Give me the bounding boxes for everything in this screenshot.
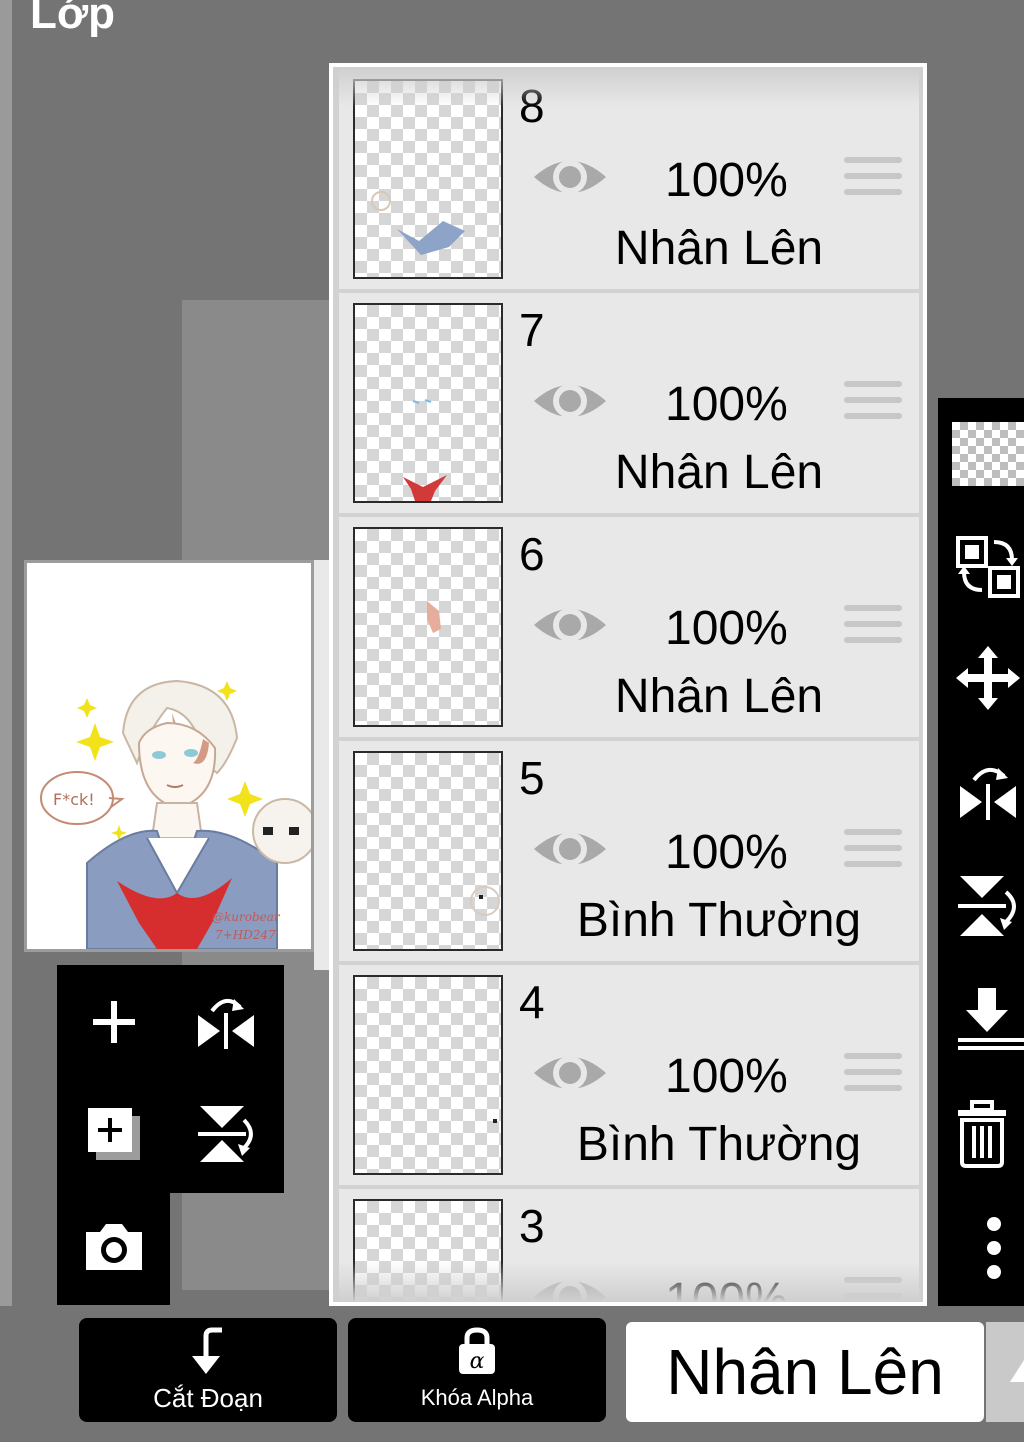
delete-icon — [958, 1100, 1006, 1168]
signature-1: @kurobear — [212, 910, 281, 924]
flip-vertical-button[interactable] — [171, 1079, 281, 1189]
flip-vertical-icon — [198, 1106, 253, 1162]
artwork-illustration: F*ck! @kurobear 7+HD247 — [40, 679, 311, 949]
drag-handle[interactable] — [844, 605, 902, 653]
visibility-toggle[interactable] — [531, 151, 609, 208]
blend-mode-expand[interactable] — [986, 1322, 1024, 1422]
flip-horizontal-button[interactable] — [952, 752, 1024, 832]
layer-list[interactable]: 8 100% Nhân Lên 7 100% Nhân Lên 6 100% N… — [333, 67, 923, 1302]
swap-layers-button[interactable] — [952, 526, 1024, 606]
clipping-arrow-icon — [192, 1327, 222, 1374]
visibility-toggle[interactable] — [531, 599, 609, 656]
layer-opacity[interactable]: 100% — [665, 823, 788, 883]
alpha-lock-label: Khóa Alpha — [420, 1385, 534, 1410]
clipping-button[interactable]: Cắt Đoạn — [79, 1318, 337, 1422]
layer-blend-mode: Bình Thường — [576, 1118, 862, 1171]
drag-handle[interactable] — [844, 1277, 902, 1302]
page-title: Lớp — [30, 0, 116, 38]
layer-thumbnail[interactable] — [353, 1199, 503, 1302]
camera-tool — [57, 1190, 170, 1305]
layer-row[interactable]: 5 100% Bình Thường — [339, 741, 919, 961]
layer-number: 5 — [519, 752, 545, 804]
swap-layers-icon — [956, 536, 1020, 598]
transparency-icon — [952, 422, 1024, 486]
layer-row[interactable]: 8 100% Nhân Lên — [339, 69, 919, 289]
move-button[interactable] — [952, 638, 1024, 718]
drag-handle[interactable] — [844, 1053, 902, 1101]
drag-handle[interactable] — [844, 381, 902, 429]
layer-blend-mode: Nhân Lên — [614, 446, 824, 499]
transparency-button[interactable] — [952, 414, 1024, 494]
layer-opacity[interactable]: 100% — [665, 1047, 788, 1107]
layer-number: 8 — [519, 80, 545, 132]
eye-icon — [534, 832, 606, 866]
add-layer-button[interactable] — [59, 967, 169, 1077]
add-layer-icon — [93, 1001, 135, 1043]
blend-mode-select[interactable]: Nhân Lên — [626, 1322, 984, 1422]
layer-number: 4 — [519, 976, 545, 1028]
alpha-lock-button[interactable]: α Khóa Alpha — [348, 1318, 606, 1422]
eye-icon — [534, 160, 606, 194]
layer-tools — [57, 965, 284, 1193]
camera-icon — [86, 1224, 142, 1270]
right-toolbar — [938, 398, 1024, 1306]
duplicate-layer-button[interactable] — [59, 1079, 169, 1189]
duplicate-layer-icon — [88, 1108, 140, 1160]
layer-number: 6 — [519, 528, 545, 580]
visibility-toggle[interactable] — [531, 1047, 609, 1104]
more-button[interactable] — [952, 1208, 1024, 1288]
canvas-preview[interactable]: F*ck! @kurobear 7+HD247 — [24, 560, 314, 952]
layer-opacity[interactable]: 100% — [665, 599, 788, 659]
flip-vertical-button[interactable] — [952, 866, 1024, 946]
flip-horizontal-button[interactable] — [171, 967, 281, 1077]
layer-number: 7 — [519, 304, 545, 356]
layer-blend-mode: Bình Thường — [576, 894, 862, 947]
layer-row[interactable]: 7 100% Nhân Lên — [339, 293, 919, 513]
camera-button[interactable] — [59, 1192, 169, 1302]
more-icon — [987, 1217, 1001, 1279]
drag-handle[interactable] — [844, 829, 902, 877]
layers-panel: 8 100% Nhân Lên 7 100% Nhân Lên 6 100% N… — [329, 63, 927, 1306]
layer-opacity[interactable]: 100% — [665, 375, 788, 435]
chevron-up-icon — [1010, 1360, 1024, 1382]
layer-row[interactable]: 6 100% Nhân Lên — [339, 517, 919, 737]
merge-down-icon — [958, 988, 1024, 1050]
svg-text:α: α — [470, 1349, 485, 1374]
flip-horizontal-icon — [960, 768, 1016, 820]
merge-down-button[interactable] — [952, 978, 1024, 1058]
speech-bubble-text: F*ck! — [53, 790, 95, 809]
clipping-label: Cắt Đoạn — [153, 1383, 263, 1413]
eye-icon — [534, 608, 606, 642]
drag-handle[interactable] — [844, 157, 902, 205]
layer-blend-mode: Nhân Lên — [614, 222, 824, 275]
signature-2: 7+HD247 — [215, 928, 276, 942]
move-icon — [956, 646, 1020, 710]
eye-icon — [534, 1280, 606, 1302]
eye-icon — [534, 384, 606, 418]
lock-icon: α — [459, 1327, 495, 1374]
flip-vertical-icon — [958, 876, 1016, 936]
left-edge — [0, 0, 12, 1442]
delete-layer-button[interactable] — [952, 1094, 1024, 1174]
visibility-toggle[interactable] — [531, 1271, 609, 1302]
flip-horizontal-icon — [198, 999, 254, 1049]
layer-opacity[interactable]: 100% — [665, 1271, 788, 1302]
layer-row[interactable]: 3 100% — [339, 1189, 919, 1302]
layer-row[interactable]: 4 100% Bình Thường — [339, 965, 919, 1185]
layer-opacity[interactable]: 100% — [665, 151, 788, 211]
visibility-toggle[interactable] — [531, 375, 609, 432]
layer-blend-mode: Nhân Lên — [614, 670, 824, 723]
eye-icon — [534, 1056, 606, 1090]
visibility-toggle[interactable] — [531, 823, 609, 880]
layer-number: 3 — [519, 1200, 545, 1252]
